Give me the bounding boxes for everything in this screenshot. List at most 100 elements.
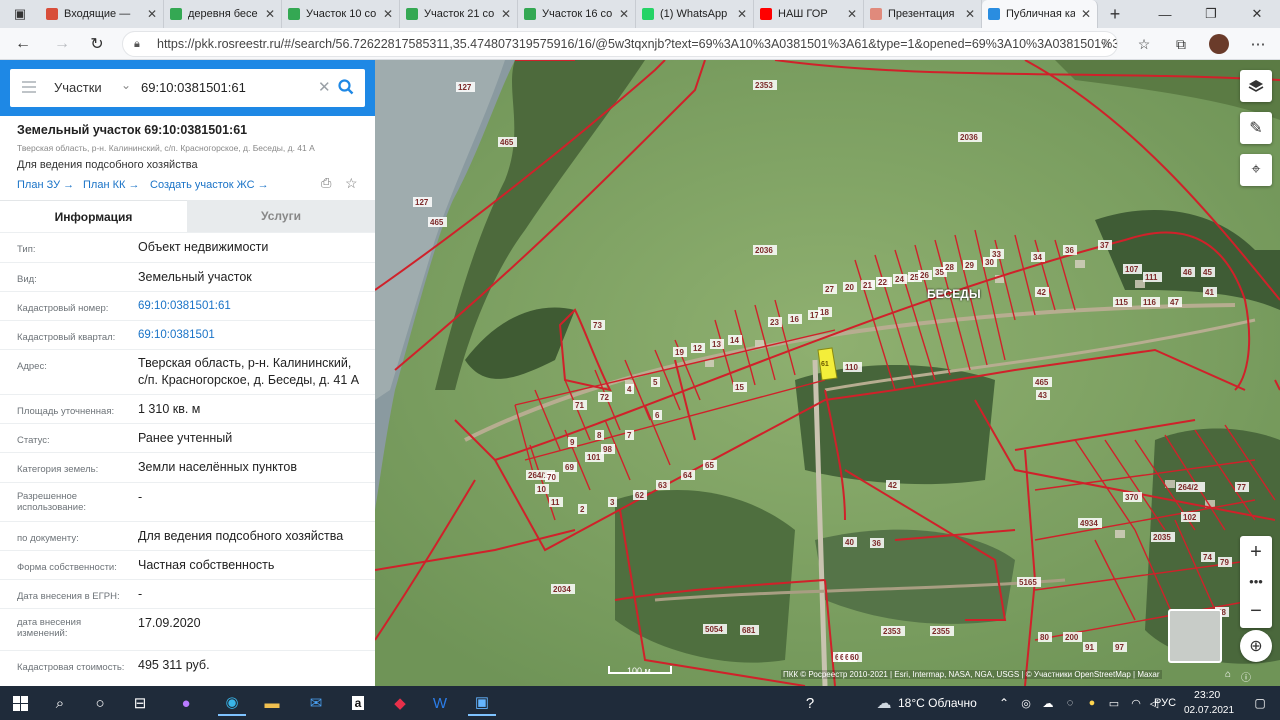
amazon-icon[interactable]: a bbox=[344, 690, 372, 716]
app-diamond-icon[interactable]: ◆ bbox=[386, 690, 414, 716]
hamburger-icon[interactable] bbox=[22, 81, 36, 93]
close-tab-icon[interactable]: ✕ bbox=[1081, 7, 1091, 21]
profile-avatar[interactable] bbox=[1205, 32, 1233, 56]
parcel-number-label[interactable]: 24 bbox=[895, 275, 904, 284]
tab-services[interactable]: Услуги bbox=[187, 200, 375, 232]
task-view-icon[interactable]: ⊟ bbox=[126, 690, 154, 716]
search-taskbar-icon[interactable]: ⌕ bbox=[46, 690, 74, 716]
close-tab-icon[interactable]: ✕ bbox=[147, 7, 157, 21]
parcel-number-label[interactable]: 2036 bbox=[960, 133, 978, 142]
minimize-button[interactable]: — bbox=[1142, 0, 1188, 28]
parcel-number-label[interactable]: 20 bbox=[845, 283, 854, 292]
parcel-number-label[interactable]: 60 bbox=[850, 653, 859, 662]
parcel-number-label[interactable]: 264/2 bbox=[1178, 483, 1199, 492]
search-input[interactable]: 69:10:0381501:61 bbox=[141, 80, 246, 95]
weather-icon[interactable]: ☁ bbox=[870, 690, 898, 716]
parcel-number-label[interactable]: 22 bbox=[878, 278, 887, 287]
parcel-number-label[interactable]: 6 bbox=[655, 411, 660, 420]
clock-time[interactable]: 23:20 bbox=[1194, 689, 1220, 701]
parcel-number-label[interactable]: 29 bbox=[965, 261, 974, 270]
alice-icon[interactable]: ● bbox=[172, 690, 200, 716]
home-icon[interactable]: ⌂ bbox=[1225, 669, 1231, 680]
info-value-link[interactable]: 69:10:0381501:61 bbox=[138, 298, 363, 315]
clear-icon[interactable]: ✕ bbox=[318, 78, 331, 96]
parcel-number-label[interactable]: 2034 bbox=[553, 585, 571, 594]
close-window-button[interactable]: ✕ bbox=[1234, 0, 1280, 28]
parcel-number-label[interactable]: 127 bbox=[458, 83, 472, 92]
layers-icon[interactable] bbox=[1240, 70, 1272, 102]
close-tab-icon[interactable]: ✕ bbox=[265, 7, 275, 21]
parcel-number-label[interactable]: 80 bbox=[1040, 633, 1049, 642]
parcel-number-label[interactable]: 116 bbox=[1143, 298, 1156, 307]
browser-tab[interactable]: деревня бесе ✕ bbox=[164, 0, 282, 28]
parcel-number-label[interactable]: 5 bbox=[653, 378, 658, 387]
parcel-number-label[interactable]: 10 bbox=[537, 485, 546, 494]
parcel-number-label[interactable]: 370 bbox=[1125, 493, 1139, 502]
cadastral-map[interactable]: 127 465 127 465 2353 2036 2036 73 37 36 33 34 35 28 29… bbox=[375, 60, 1280, 686]
new-tab-button[interactable]: + bbox=[1098, 0, 1132, 28]
search-icon[interactable] bbox=[338, 79, 354, 95]
parcel-number-label[interactable]: 465 bbox=[500, 138, 514, 147]
parcel-number-label[interactable]: 102 bbox=[1183, 513, 1197, 522]
parcel-number-label[interactable]: 65 bbox=[705, 461, 714, 470]
parcel-number-label[interactable]: 62 bbox=[635, 491, 644, 500]
favorites-icon[interactable]: ☆ bbox=[1130, 32, 1158, 56]
minimap-thumbnail[interactable] bbox=[1168, 609, 1222, 663]
parcel-number-label[interactable]: 11 bbox=[551, 498, 560, 507]
parcel-number-label[interactable]: 34 bbox=[1033, 253, 1042, 262]
collections-icon[interactable]: ⧉ bbox=[1167, 32, 1195, 56]
close-tab-icon[interactable]: ✕ bbox=[619, 7, 629, 21]
chevron-down-icon[interactable]: ⌄ bbox=[121, 78, 131, 92]
ruler-icon[interactable]: ✎ bbox=[1240, 112, 1272, 144]
parcel-number-label[interactable]: 7 bbox=[627, 431, 632, 440]
parcel-number-label[interactable]: 2035 bbox=[1153, 533, 1171, 542]
parcel-number-label[interactable]: 15 bbox=[735, 383, 744, 392]
address-bar[interactable]: 🔒︎ https://pkk.rosreestr.ru/#/search/56.… bbox=[122, 31, 1118, 57]
parcel-number-label[interactable]: 64 bbox=[683, 471, 692, 480]
add-favorite-icon[interactable]: ☆ bbox=[1092, 32, 1120, 56]
print-icon[interactable]: ⎙ bbox=[321, 175, 331, 191]
parcel-number-label[interactable]: 2353 bbox=[755, 81, 773, 90]
parcel-number-label[interactable]: 5054 bbox=[705, 625, 723, 634]
parcel-number-label[interactable]: 47 bbox=[1170, 298, 1179, 307]
info-value-link[interactable]: 69:10:0381501 bbox=[138, 327, 363, 344]
parcel-number-label[interactable]: 8 bbox=[597, 431, 602, 440]
parcel-number-label[interactable]: 26 bbox=[920, 271, 929, 280]
file-explorer-icon[interactable]: ▬ bbox=[258, 690, 286, 716]
edge-icon[interactable]: ◉ bbox=[218, 690, 246, 716]
parcel-number-label[interactable]: 16 bbox=[790, 315, 799, 324]
weather-text[interactable]: 18°C Облачно bbox=[898, 696, 977, 710]
parcel-number-label[interactable]: 101 bbox=[587, 453, 601, 462]
selected-parcel-label[interactable]: 61 bbox=[821, 361, 829, 368]
parcel-number-label[interactable]: 69 bbox=[565, 463, 574, 472]
parcel-number-label[interactable]: 63 bbox=[658, 481, 667, 490]
url-text[interactable]: https://pkk.rosreestr.ru/#/search/56.726… bbox=[157, 37, 1117, 51]
plan-zu-link[interactable]: План ЗУ → bbox=[17, 179, 74, 191]
plan-kk-link[interactable]: План КК → bbox=[83, 179, 139, 191]
parcel-number-label[interactable]: 70 bbox=[547, 473, 556, 482]
parcel-number-label[interactable]: 12 bbox=[693, 344, 702, 353]
parcel-number-label[interactable]: 27 bbox=[825, 285, 834, 294]
parcel-number-label[interactable]: 19 bbox=[675, 348, 684, 357]
browser-tab[interactable]: Участок 21 со ✕ bbox=[400, 0, 518, 28]
parcel-number-label[interactable]: 9 bbox=[570, 438, 575, 447]
browser-tab[interactable]: (1) WhatsApp ✕ bbox=[636, 0, 754, 28]
locate-icon[interactable]: ⌖ bbox=[1240, 154, 1272, 186]
browser-tab[interactable]: Участок 10 со ✕ bbox=[282, 0, 400, 28]
parcel-number-label[interactable]: 200 bbox=[1065, 633, 1079, 642]
parcel-number-label[interactable]: 36 bbox=[872, 539, 881, 548]
compass-icon[interactable]: ⊕ bbox=[1240, 630, 1272, 662]
parcel-number-label[interactable]: 42 bbox=[888, 481, 897, 490]
parcel-number-label[interactable]: 79 bbox=[1220, 558, 1229, 567]
parcel-number-label[interactable]: 3 bbox=[610, 498, 615, 507]
tab-information[interactable]: Информация bbox=[0, 200, 187, 232]
parcel-number-label[interactable]: 42 bbox=[1037, 288, 1046, 297]
parcel-number-label[interactable]: 14 bbox=[730, 336, 739, 345]
browser-tab[interactable]: Участок 16 со ✕ bbox=[518, 0, 636, 28]
parcel-number-label[interactable]: 28 bbox=[945, 263, 954, 272]
photos-icon[interactable]: ▣ bbox=[468, 690, 496, 716]
parcel-number-label[interactable]: 110 bbox=[845, 363, 858, 372]
notifications-icon[interactable]: ▢ bbox=[1246, 690, 1274, 716]
parcel-number-label[interactable]: 74 bbox=[1203, 553, 1212, 562]
word-icon[interactable]: W bbox=[426, 690, 454, 716]
